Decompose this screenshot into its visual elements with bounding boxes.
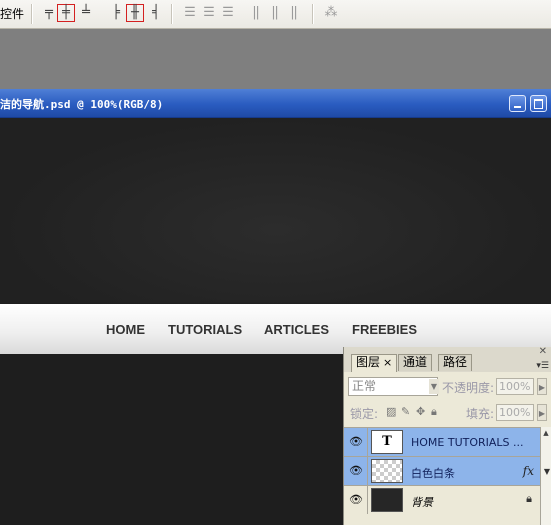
tab-paths[interactable]: 路径: [438, 354, 473, 371]
tab-layers[interactable]: 图层 ×: [351, 354, 398, 372]
document-title: 洁的导航.psd @ 100%(RGB/8): [0, 98, 164, 111]
lock-all-icon[interactable]: 🔒︎: [431, 405, 437, 419]
tab-paths-label: 路径: [443, 355, 468, 369]
align-top-edges-icon[interactable]: ╤: [40, 5, 58, 21]
layers-scrollbar[interactable]: ▲ ▼: [540, 427, 551, 525]
photoshop-window: 控件 ╤ ╪ ╧ ╞ ╫ ╡ ☰ ☰ ☰ ‖ ‖ ‖ ⁂ 洁的导航.psd @ …: [0, 0, 551, 525]
row-divider: [367, 428, 368, 456]
lock-pixels-brush-icon[interactable]: ✎: [401, 405, 410, 418]
eye-icon[interactable]: 👁︎: [349, 493, 363, 506]
lock-position-move-icon[interactable]: ✥: [416, 405, 425, 418]
fx-icon[interactable]: fx: [523, 464, 534, 478]
expand-effects-icon[interactable]: ▼: [544, 467, 550, 476]
align-horizontal-centers-icon[interactable]: ╫: [126, 4, 144, 22]
row-divider: [367, 486, 368, 514]
eye-icon[interactable]: 👁︎: [349, 464, 363, 477]
align-vertical-centers-icon[interactable]: ╪: [57, 4, 75, 22]
panel-close-icon[interactable]: ✕: [539, 346, 547, 357]
blend-mode-value: 正常: [352, 379, 377, 393]
lock-label: 锁定:: [350, 407, 379, 421]
tab-channels[interactable]: 通道: [398, 354, 433, 371]
distribute-top-icon[interactable]: ☰: [181, 5, 199, 21]
layer-row-background[interactable]: 👁︎ 背景 🔒︎: [344, 485, 540, 525]
text-layer-thumbnail: T: [371, 430, 403, 454]
fill-label: 填充:: [466, 407, 495, 421]
align-bottom-edges-icon[interactable]: ╧: [77, 5, 95, 21]
auto-align-layers-icon[interactable]: ⁂: [322, 5, 340, 21]
layer-thumbnail: [371, 459, 403, 483]
opacity-label: 不透明度:: [442, 381, 495, 395]
maximize-button[interactable]: [530, 95, 547, 112]
lock-transparent-icon[interactable]: ▨: [386, 405, 396, 418]
blend-mode-select[interactable]: 正常 ▼: [348, 377, 439, 396]
layer-row-white-bar[interactable]: 👁︎ 白色白条 fx: [344, 456, 540, 485]
layer-name[interactable]: HOME TUTORIALS ...: [411, 436, 524, 449]
nav-item-tutorials: TUTORIALS: [168, 322, 243, 337]
align-left-edges-icon[interactable]: ╞: [107, 5, 125, 21]
nav-item-freebies: FREEBIES: [352, 322, 418, 337]
distribute-bottom-icon[interactable]: ☰: [219, 5, 237, 21]
eye-icon[interactable]: 👁︎: [349, 435, 363, 448]
layer-name[interactable]: 背景: [411, 494, 433, 510]
tab-channels-label: 通道: [403, 355, 428, 369]
toolbar-separator: [312, 4, 314, 24]
opacity-slider-arrow[interactable]: ▶: [537, 378, 547, 395]
opacity-input[interactable]: 100%: [496, 378, 534, 395]
workspace-background: [0, 29, 551, 89]
layer-name[interactable]: 白色白条: [411, 465, 455, 481]
distribute-hcenter-icon[interactable]: ‖: [266, 5, 284, 21]
distribute-left-icon[interactable]: ‖: [247, 5, 265, 21]
chevron-down-icon[interactable]: ▼: [429, 379, 439, 394]
scroll-up-icon[interactable]: ▲: [541, 427, 551, 439]
toolbar-separator: [31, 4, 33, 24]
canvas-area[interactable]: [0, 118, 551, 304]
tab-close-icon[interactable]: ×: [383, 356, 392, 369]
document-titlebar[interactable]: 洁的导航.psd @ 100%(RGB/8): [0, 89, 551, 118]
fill-input[interactable]: 100%: [496, 404, 534, 421]
minimize-button[interactable]: [509, 95, 526, 112]
panel-tab-bar: ✕ 图层 × 通道 路径 ▾☰: [344, 346, 551, 372]
nav-item-home: HOME: [106, 322, 145, 337]
fill-slider-arrow[interactable]: ▶: [537, 404, 547, 421]
distribute-right-icon[interactable]: ‖: [285, 5, 303, 21]
nav-item-articles: ARTICLES: [264, 322, 329, 337]
panel-menu-icon[interactable]: ▾☰: [536, 361, 549, 371]
align-right-edges-icon[interactable]: ╡: [147, 5, 165, 21]
toolbar-label: 控件: [0, 7, 25, 21]
tab-layers-label: 图层: [356, 355, 381, 369]
layer-row-text[interactable]: 👁︎ T HOME TUTORIALS ...: [344, 427, 540, 456]
layer-thumbnail: [371, 488, 403, 512]
distribute-vcenter-icon[interactable]: ☰: [200, 5, 218, 21]
options-toolbar: 控件 ╤ ╪ ╧ ╞ ╫ ╡ ☰ ☰ ☰ ‖ ‖ ‖ ⁂: [0, 0, 551, 29]
toolbar-separator: [171, 4, 173, 24]
layers-panel: ✕ 图层 × 通道 路径 ▾☰ 正常 ▼ 不透明度: 100% ▶ 锁定: ▨ ✎…: [343, 346, 551, 525]
lock-icon: 🔒︎: [526, 492, 532, 505]
row-divider: [367, 457, 368, 485]
